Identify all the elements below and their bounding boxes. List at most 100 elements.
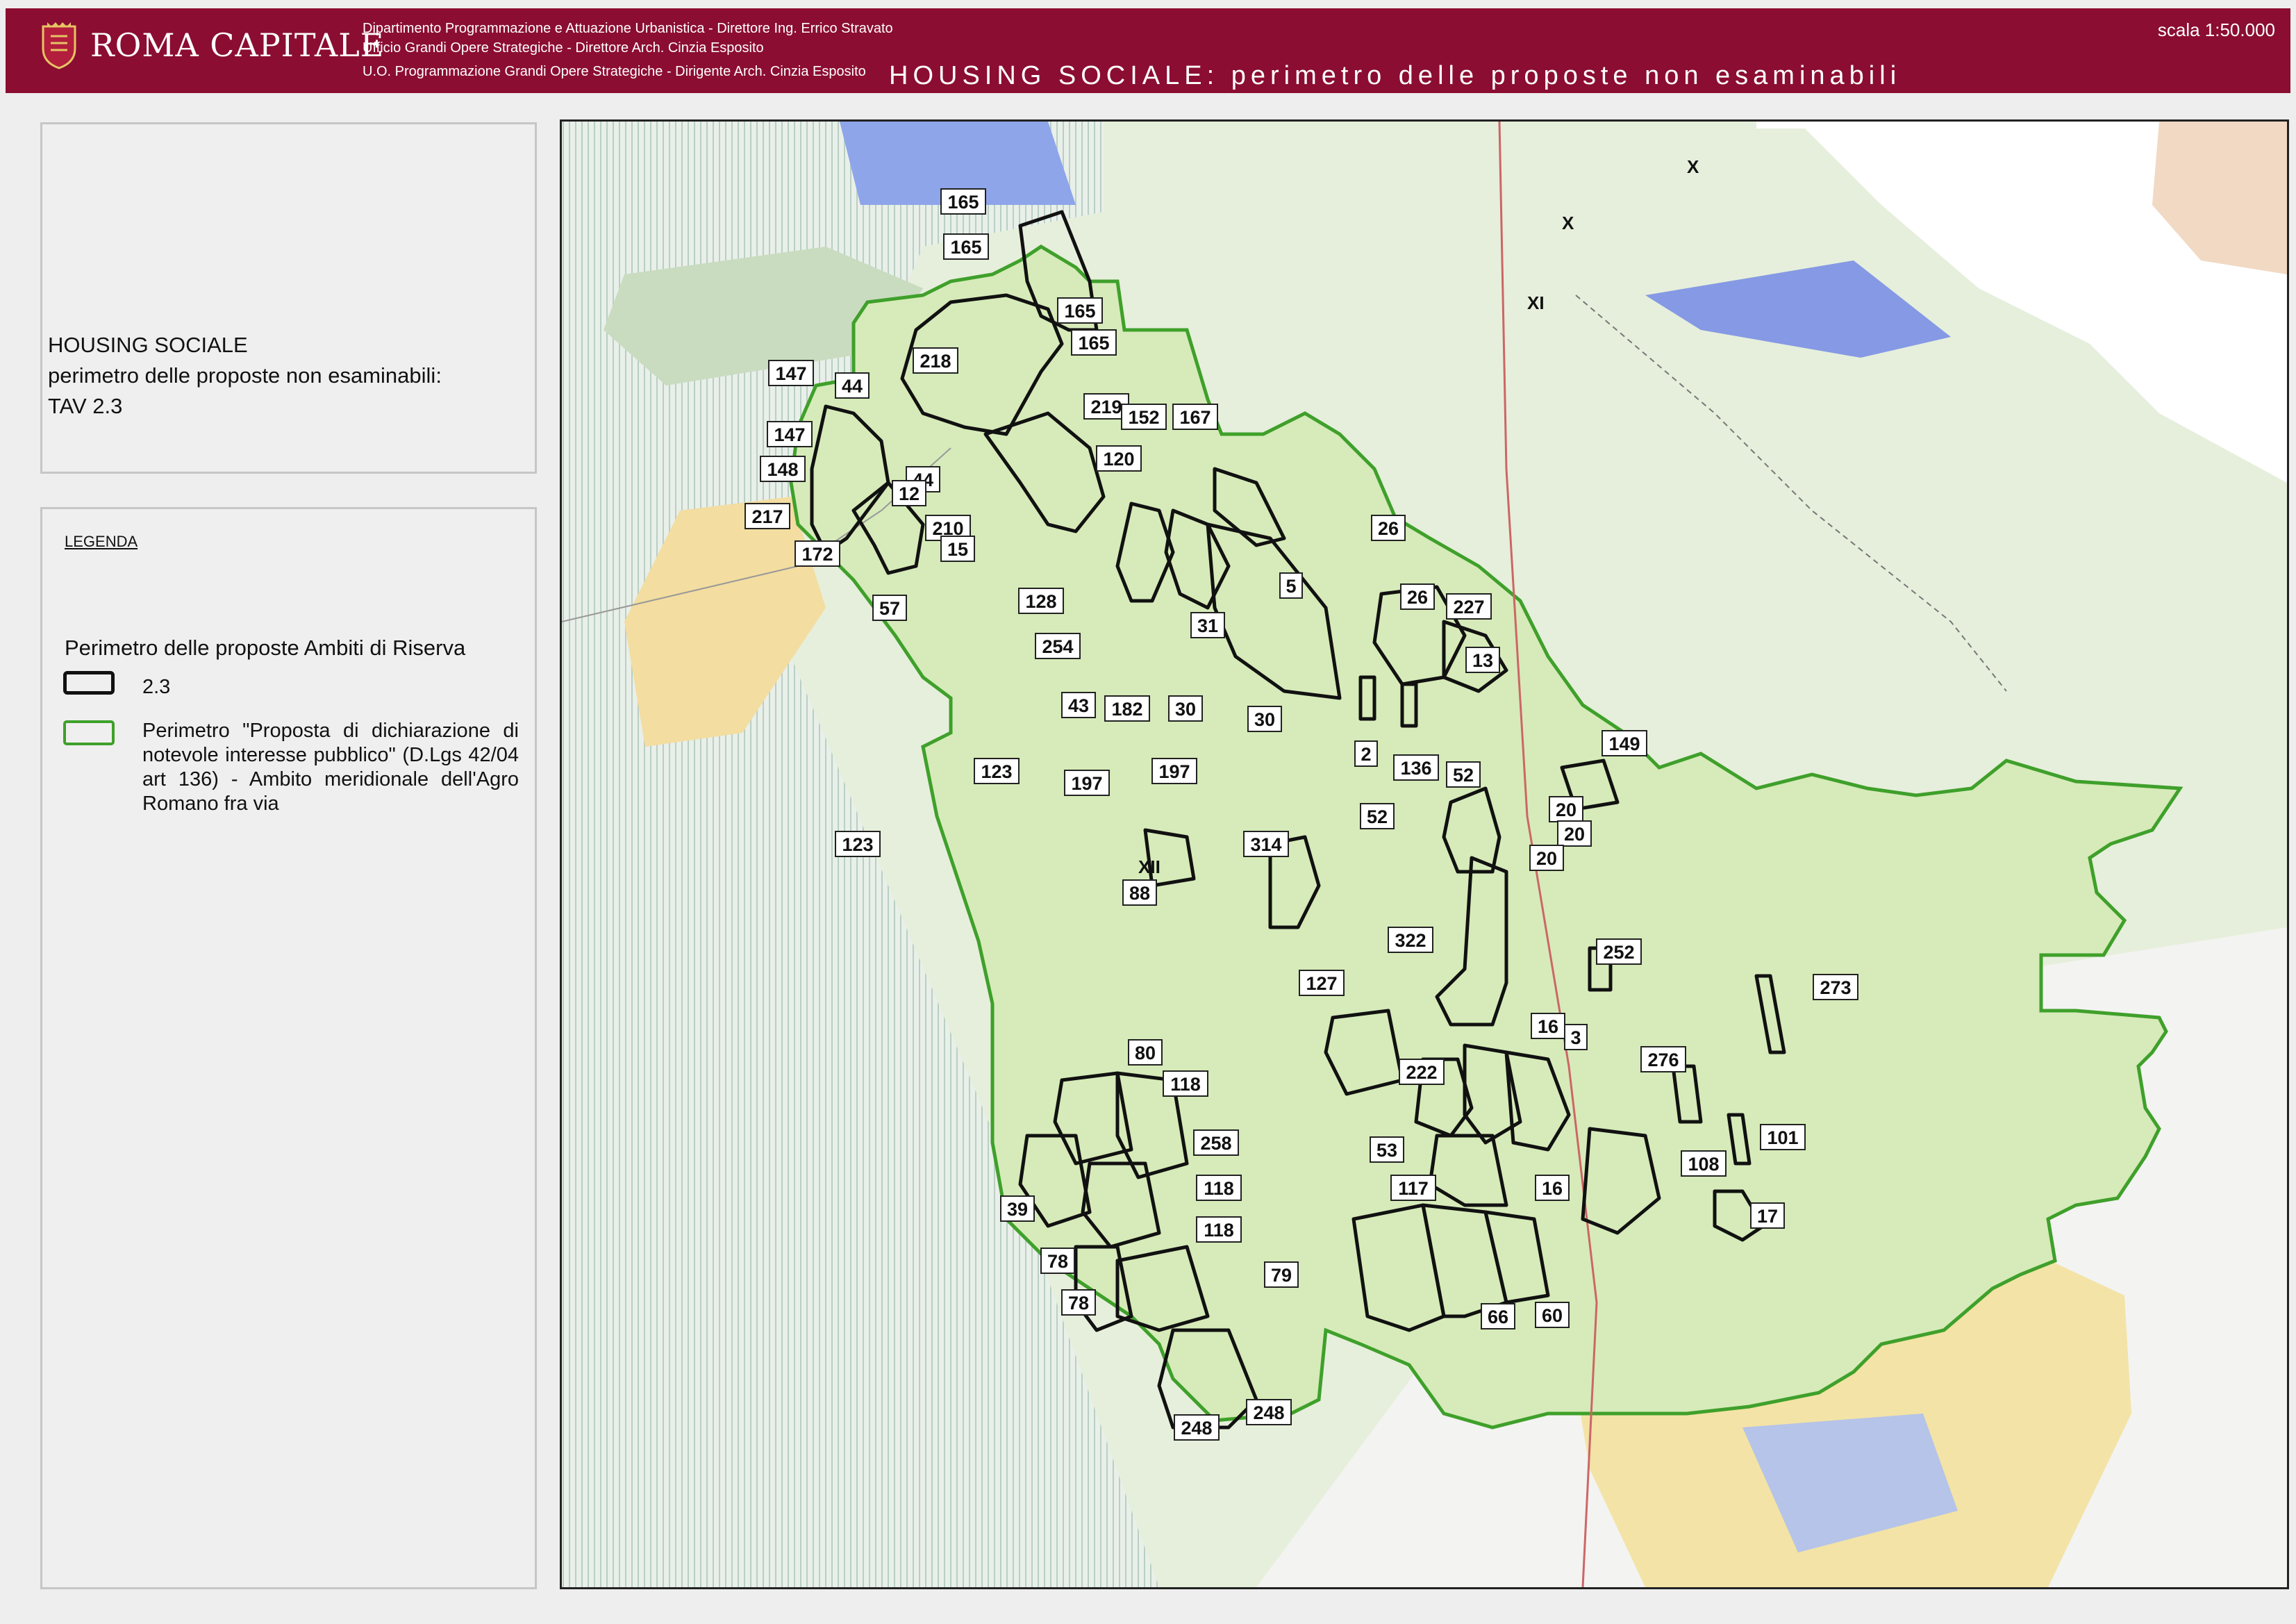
scale-text: scala 1:50.000 xyxy=(2157,19,2275,40)
area-label-101: 101 xyxy=(1760,1124,1806,1150)
area-label-2: 2 xyxy=(1354,740,1378,767)
panel-title-line3: TAV 2.3 xyxy=(48,394,123,418)
area-label-text: 217 xyxy=(751,506,783,527)
area-label-17: 17 xyxy=(1750,1202,1785,1229)
area-label-322: 322 xyxy=(1388,927,1433,953)
area-label-text: 276 xyxy=(1647,1050,1679,1070)
area-label-text: 117 xyxy=(1398,1178,1429,1199)
area-label-108: 108 xyxy=(1681,1150,1727,1177)
legend-panel: LEGENDA Perimetro delle proposte Ambiti … xyxy=(40,507,537,1589)
area-label-text: 149 xyxy=(1608,734,1640,754)
area-label-text: 78 xyxy=(1068,1293,1089,1314)
area-label-text: 219 xyxy=(1090,397,1122,417)
area-label-text: 322 xyxy=(1395,930,1426,951)
area-label-text: 101 xyxy=(1767,1127,1798,1148)
area-label-text: 30 xyxy=(1175,699,1196,720)
area-label-text: 43 xyxy=(1068,695,1089,716)
map-view[interactable]: X X XI XII 16516516516521814744147148442… xyxy=(560,119,2289,1589)
area-label-248: 248 xyxy=(1246,1399,1292,1425)
area-label-text: 78 xyxy=(1047,1251,1068,1272)
area-label-text: 165 xyxy=(1078,333,1109,354)
area-label-147: 147 xyxy=(768,360,814,386)
area-label-text: 165 xyxy=(950,237,981,258)
area-label-52: 52 xyxy=(1360,803,1395,829)
area-label-text: 108 xyxy=(1688,1154,1719,1175)
area-label-182: 182 xyxy=(1104,695,1150,722)
area-label-text: 66 xyxy=(1488,1307,1508,1327)
area-label-text: 52 xyxy=(1453,765,1474,786)
area-label-165: 165 xyxy=(943,233,989,260)
area-label-text: 148 xyxy=(767,459,798,480)
area-label-text: 136 xyxy=(1400,758,1431,779)
area-label-217: 217 xyxy=(744,503,790,529)
area-label-text: 60 xyxy=(1542,1305,1563,1326)
area-label-text: 147 xyxy=(774,424,805,445)
area-label-text: 52 xyxy=(1367,806,1388,827)
municipio-xi-label: XI xyxy=(1527,292,1545,313)
area-label-text: 314 xyxy=(1250,834,1281,855)
area-label-text: 26 xyxy=(1407,587,1428,608)
area-label-197: 197 xyxy=(1064,770,1110,796)
area-label-text: 172 xyxy=(801,544,833,565)
area-label-118: 118 xyxy=(1196,1216,1242,1243)
area-label-16: 16 xyxy=(1535,1175,1570,1201)
area-label-text: 53 xyxy=(1376,1140,1397,1161)
area-label-text: 30 xyxy=(1254,709,1275,730)
area-label-text: 12 xyxy=(899,483,920,504)
roma-crest-icon xyxy=(42,22,76,69)
area-label-118: 118 xyxy=(1163,1070,1208,1097)
area-label-text: 57 xyxy=(879,598,900,619)
area-label-text: 120 xyxy=(1103,449,1134,470)
area-label-276: 276 xyxy=(1640,1046,1686,1072)
area-label-167: 167 xyxy=(1172,404,1218,430)
area-label-165: 165 xyxy=(1057,297,1103,324)
area-label-text: 20 xyxy=(1536,848,1557,869)
area-label-text: 118 xyxy=(1204,1178,1234,1199)
area-label-text: 79 xyxy=(1271,1265,1292,1286)
area-label-text: 88 xyxy=(1129,883,1150,904)
area-label-text: 227 xyxy=(1453,597,1484,618)
area-label-text: 5 xyxy=(1286,576,1296,597)
area-label-20: 20 xyxy=(1549,796,1583,822)
unit-line: U.O. Programmazione Grandi Opere Strateg… xyxy=(363,64,866,79)
area-label-text: 165 xyxy=(1064,301,1095,322)
area-label-text: 152 xyxy=(1128,407,1159,428)
area-label-text: 254 xyxy=(1042,636,1073,657)
legend-heading: LEGENDA xyxy=(65,533,138,550)
area-label-text: 197 xyxy=(1158,761,1190,782)
area-label-text: 13 xyxy=(1472,650,1493,671)
area-label-text: 17 xyxy=(1757,1206,1778,1227)
area-label-20: 20 xyxy=(1529,845,1564,871)
area-label-text: 252 xyxy=(1603,942,1634,963)
area-label-60: 60 xyxy=(1535,1302,1570,1328)
logo-text: ROMA CAPITALE xyxy=(90,26,385,64)
area-label-text: 80 xyxy=(1135,1043,1156,1063)
area-label-5: 5 xyxy=(1279,572,1303,599)
area-label-text: 258 xyxy=(1200,1133,1231,1154)
area-label-44: 44 xyxy=(835,372,870,399)
area-label-text: 248 xyxy=(1181,1418,1212,1439)
area-label-152: 152 xyxy=(1121,404,1167,430)
area-label-26: 26 xyxy=(1371,515,1406,541)
area-label-16: 16 xyxy=(1531,1013,1565,1039)
page-title: HOUSING SOCIALE: perimetro delle propost… xyxy=(889,61,1902,90)
area-label-248: 248 xyxy=(1174,1414,1220,1441)
area-label-3: 3 xyxy=(1564,1024,1588,1050)
area-label-123: 123 xyxy=(835,831,881,857)
area-label-text: 222 xyxy=(1406,1062,1437,1083)
area-label-26: 26 xyxy=(1400,583,1435,610)
legend-subheading: Perimetro delle proposte Ambiti di Riser… xyxy=(65,636,466,660)
area-label-text: 3 xyxy=(1570,1027,1581,1048)
legend-black-swatch xyxy=(63,671,115,695)
area-label-57: 57 xyxy=(872,595,907,621)
area-label-text: 26 xyxy=(1378,518,1399,539)
area-label-text: 248 xyxy=(1253,1402,1284,1423)
area-label-165: 165 xyxy=(940,188,986,215)
area-label-43: 43 xyxy=(1061,692,1096,718)
area-label-218: 218 xyxy=(913,347,958,374)
office-line: Ufficio Grandi Opere Strategiche - Diret… xyxy=(363,40,764,56)
area-label-78: 78 xyxy=(1061,1289,1096,1316)
area-label-text: 20 xyxy=(1564,824,1585,845)
area-label-20: 20 xyxy=(1557,820,1592,847)
area-label-78: 78 xyxy=(1040,1248,1075,1274)
